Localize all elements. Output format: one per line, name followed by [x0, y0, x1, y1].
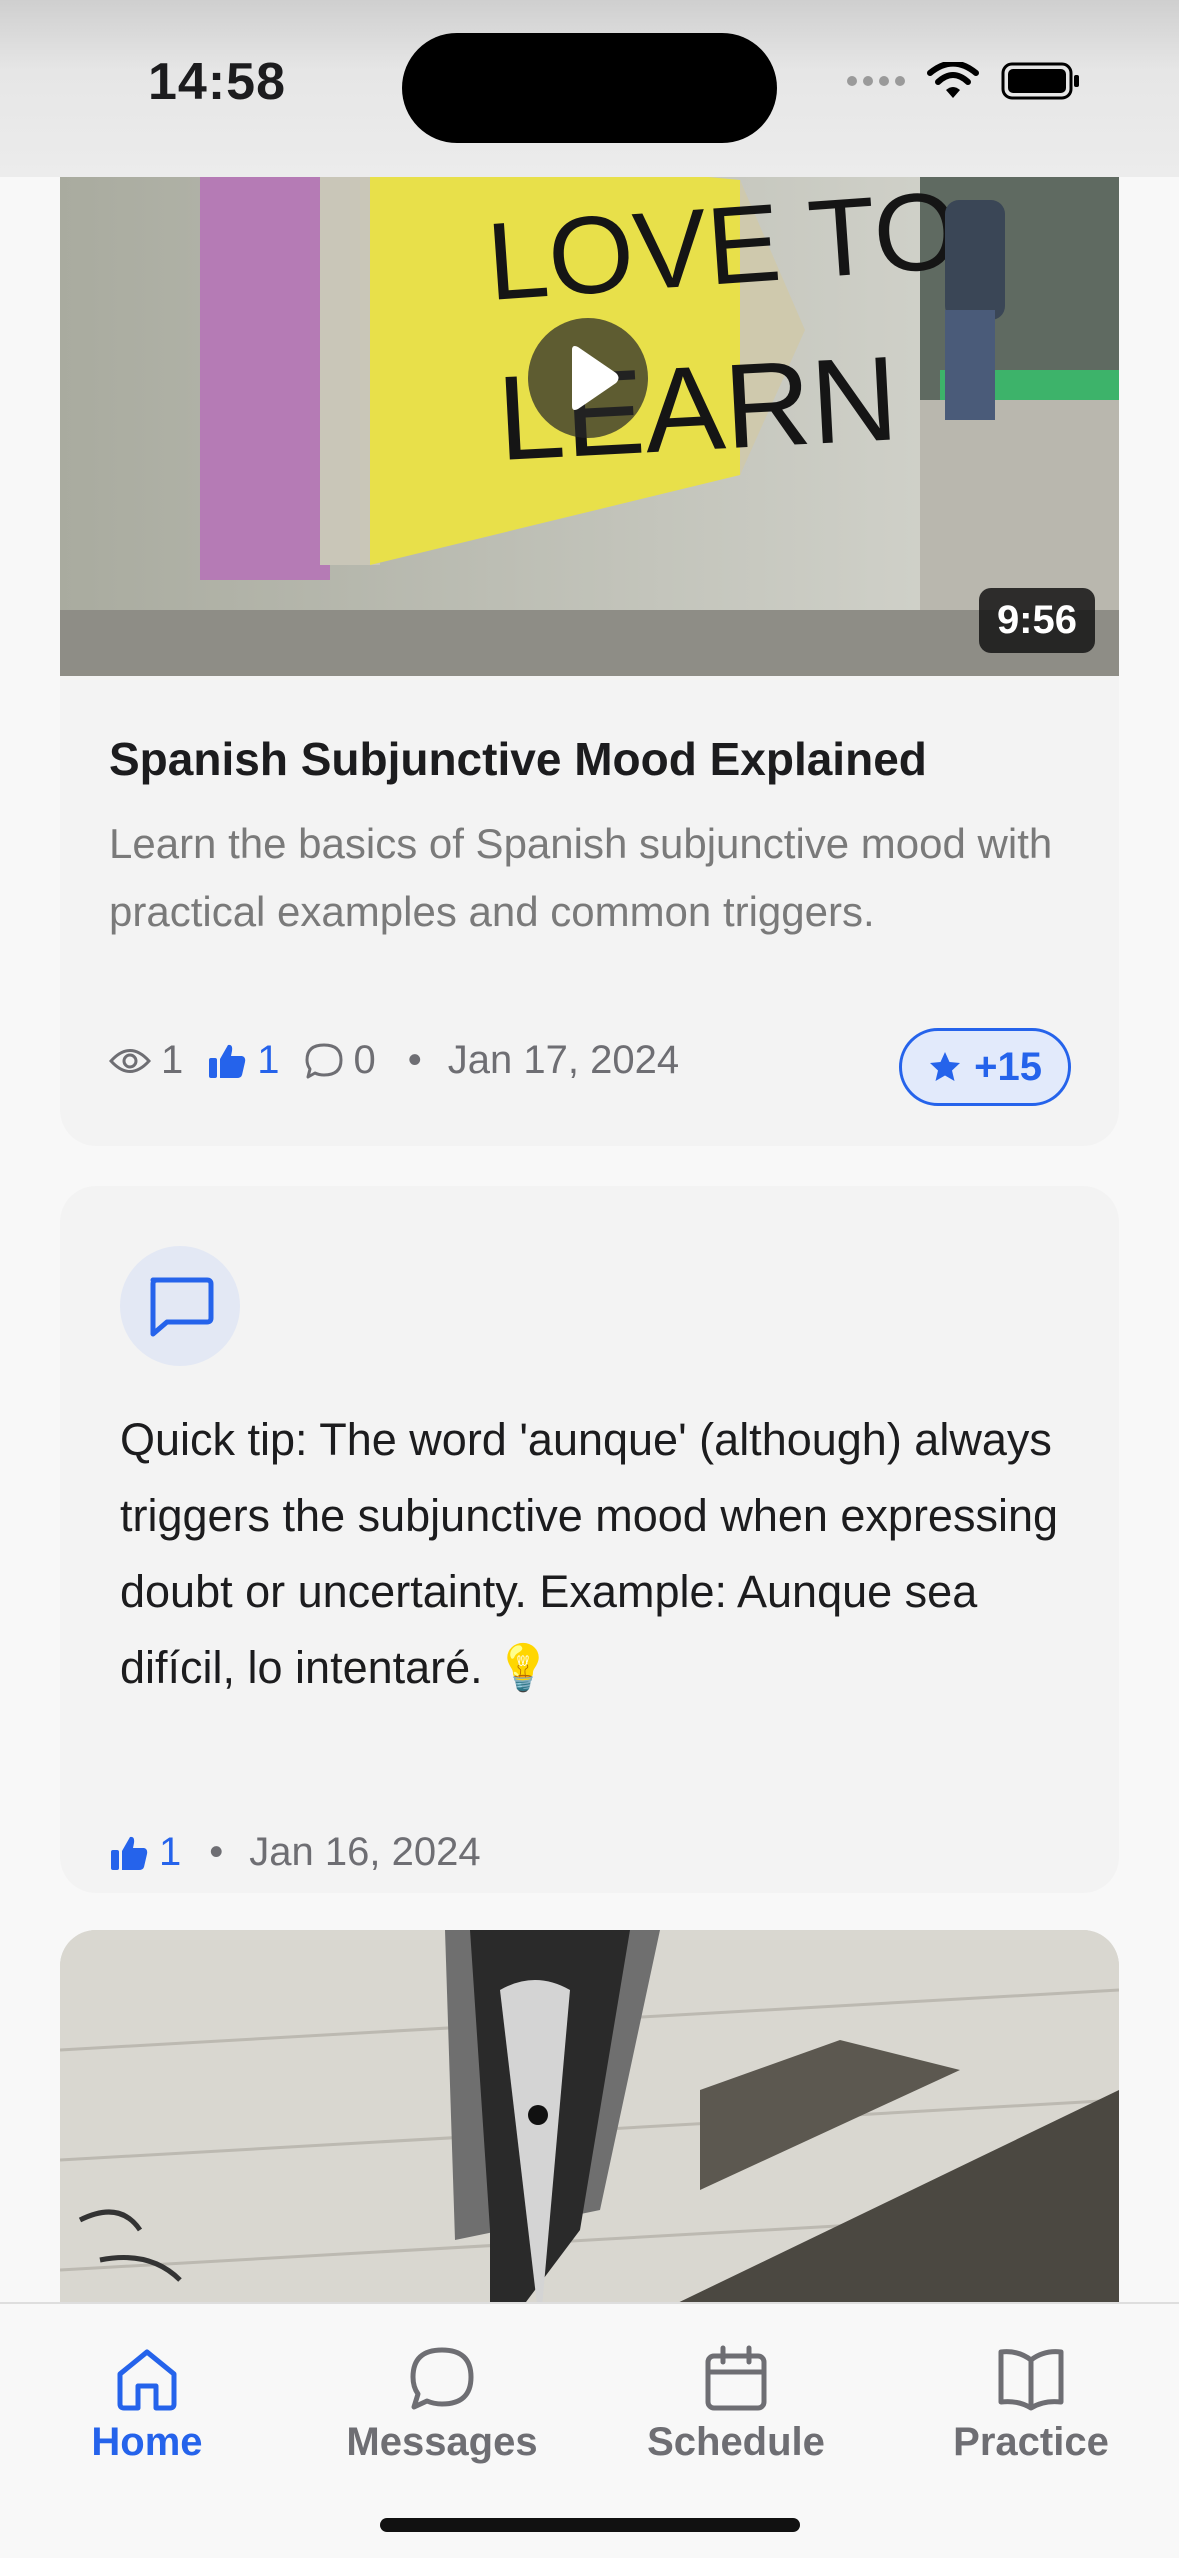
status-icons [847, 62, 1081, 100]
eye-icon [109, 1048, 151, 1073]
tab-home-label: Home [91, 2420, 203, 2464]
video-thumbnail[interactable]: LOVE TO LEARN 9:56 [60, 140, 1119, 676]
wifi-icon [927, 62, 979, 98]
status-bar: 14:58 [0, 0, 1179, 177]
thumbs-up-icon [111, 1836, 148, 1870]
tip-meta-row: 1 • Jan 16, 2024 [109, 1830, 481, 1875]
tip-likes-value: 1 [159, 1830, 182, 1874]
play-icon [572, 346, 619, 410]
likes-value: 1 [257, 1038, 280, 1082]
post-image[interactable] [60, 1930, 1119, 2350]
tip-body: Quick tip: The word 'aunque' (although) … [120, 1414, 1059, 1693]
comments-button[interactable]: 0 [304, 1038, 376, 1083]
tip-post-card[interactable]: Quick tip: The word 'aunque' (although) … [60, 1186, 1119, 1893]
video-meta-row: 1 1 0 • Jan 17, 2024 [109, 1038, 679, 1083]
tab-practice-label: Practice [953, 2420, 1109, 2464]
calendar-icon [705, 2345, 767, 2411]
tip-text: Quick tip: The word 'aunque' (although) … [120, 1402, 1080, 1706]
video-title[interactable]: Spanish Subjunctive Mood Explained [109, 732, 927, 786]
image-post-card[interactable] [60, 1930, 1119, 2350]
comments-value: 0 [353, 1038, 376, 1082]
dynamic-island [402, 33, 777, 143]
fountain-pen-image [60, 1930, 1119, 2350]
views-value: 1 [161, 1038, 184, 1082]
meta-separator: • [407, 1038, 422, 1082]
message-type-badge [120, 1246, 240, 1366]
points-value: +15 [974, 1044, 1042, 1089]
message-square-icon [150, 1277, 214, 1337]
tab-messages-label: Messages [346, 2420, 538, 2464]
tip-like-button[interactable]: 1 [109, 1830, 181, 1875]
video-description: Learn the basics of Spanish subjunctive … [109, 820, 1053, 935]
comment-icon [305, 1043, 342, 1078]
video-date: Jan 17, 2024 [447, 1038, 680, 1082]
star-icon [930, 1052, 961, 1081]
tip-date: Jan 16, 2024 [249, 1830, 481, 1874]
video-duration-badge: 9:56 [978, 588, 1095, 653]
tab-schedule[interactable]: Schedule [606, 2344, 866, 2465]
home-icon [117, 2349, 177, 2411]
like-button[interactable]: 1 [207, 1038, 280, 1083]
signal-dots-icon [847, 76, 905, 86]
book-icon [998, 2349, 1064, 2411]
chat-bubble-icon [410, 2347, 474, 2410]
tab-practice[interactable]: Practice [901, 2344, 1161, 2465]
video-post-card[interactable]: LOVE TO LEARN 9:56 Spanish Subjunctive M… [60, 140, 1119, 1146]
tab-home[interactable]: Home [17, 2344, 277, 2465]
meta-separator: • [209, 1830, 224, 1874]
home-indicator[interactable] [380, 2518, 800, 2532]
tab-messages[interactable]: Messages [312, 2344, 572, 2465]
status-time: 14:58 [148, 53, 286, 111]
tab-schedule-label: Schedule [647, 2420, 825, 2464]
points-badge[interactable]: +15 [899, 1028, 1071, 1106]
views-count: 1 [109, 1038, 183, 1083]
battery-icon [1001, 62, 1079, 100]
play-button[interactable] [528, 318, 648, 438]
lightbulb-emoji: 💡 [495, 1642, 552, 1693]
thumbs-up-icon [209, 1044, 246, 1078]
